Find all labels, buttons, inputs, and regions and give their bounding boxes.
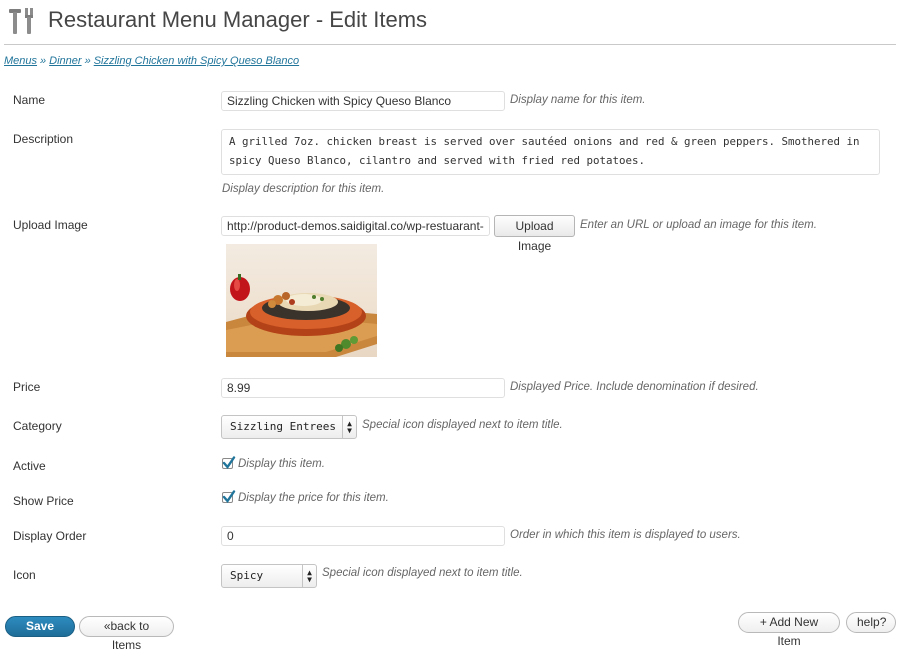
select-arrows-icon: ▲ ▼ [302, 565, 316, 587]
category-selected-value: Sizzling Entrees [230, 420, 336, 433]
breadcrumb-menus-link[interactable]: Menus [4, 55, 37, 67]
price-hint: Displayed Price. Include denomination if… [510, 381, 759, 393]
description-textarea[interactable]: A grilled 7oz. chicken breast is served … [221, 129, 880, 175]
upload-image-label: Upload Image [13, 218, 88, 232]
breadcrumb-separator: » [84, 55, 91, 67]
description-label: Description [13, 132, 74, 146]
icon-selected-value: Spicy [230, 569, 264, 582]
category-label: Category [13, 419, 62, 433]
active-checkbox[interactable] [222, 456, 236, 469]
category-hint: Special icon displayed next to item titl… [362, 419, 563, 431]
name-hint: Display name for this item. [510, 94, 646, 106]
add-new-item-button[interactable]: + Add New Item [738, 612, 840, 648]
icon-select[interactable]: Spicy ▲ ▼ [221, 564, 317, 588]
upload-image-button[interactable]: Upload Image [494, 215, 575, 253]
upload-image-hint: Enter an URL or upload an image for this… [580, 219, 817, 231]
name-label: Name [13, 93, 46, 107]
name-input[interactable] [221, 91, 505, 111]
price-input[interactable] [221, 378, 505, 398]
page-header: Restaurant Menu Manager - Edit Items [4, 4, 896, 45]
item-image-preview [226, 244, 377, 357]
display-order-input[interactable] [221, 526, 505, 546]
icon-hint: Special icon displayed next to item titl… [322, 567, 523, 579]
display-order-label: Display Order [13, 529, 87, 543]
checkmark-icon [222, 490, 236, 503]
show-price-checkbox[interactable] [222, 490, 236, 503]
image-url-input[interactable] [221, 216, 490, 236]
icon-label: Icon [13, 568, 36, 582]
checkmark-icon [222, 456, 236, 469]
active-hint: Display this item. [238, 458, 325, 470]
display-order-hint: Order in which this item is displayed to… [510, 529, 741, 541]
breadcrumb-item-link[interactable]: Sizzling Chicken with Spicy Queso Blanco [94, 55, 299, 67]
select-arrows-icon: ▲ ▼ [342, 416, 356, 438]
breadcrumb-separator: » [40, 55, 47, 67]
help-button[interactable]: help? [846, 612, 896, 633]
show-price-hint: Display the price for this item. [238, 492, 389, 504]
tools-icon [6, 6, 38, 38]
page-title: Restaurant Menu Manager - Edit Items [48, 7, 428, 32]
breadcrumb: Menus» Dinner» Sizzling Chicken with Spicy… [4, 55, 299, 67]
price-label: Price [13, 380, 41, 394]
category-select[interactable]: Sizzling Entrees ▲ ▼ [221, 415, 357, 439]
show-price-label: Show Price [13, 494, 74, 508]
back-to-items-button[interactable]: «back to Items [79, 616, 174, 652]
description-hint: Display description for this item. [222, 183, 385, 195]
save-item-button[interactable]: Save Item [5, 616, 75, 652]
active-label: Active [13, 459, 46, 473]
breadcrumb-dinner-link[interactable]: Dinner [49, 55, 81, 67]
